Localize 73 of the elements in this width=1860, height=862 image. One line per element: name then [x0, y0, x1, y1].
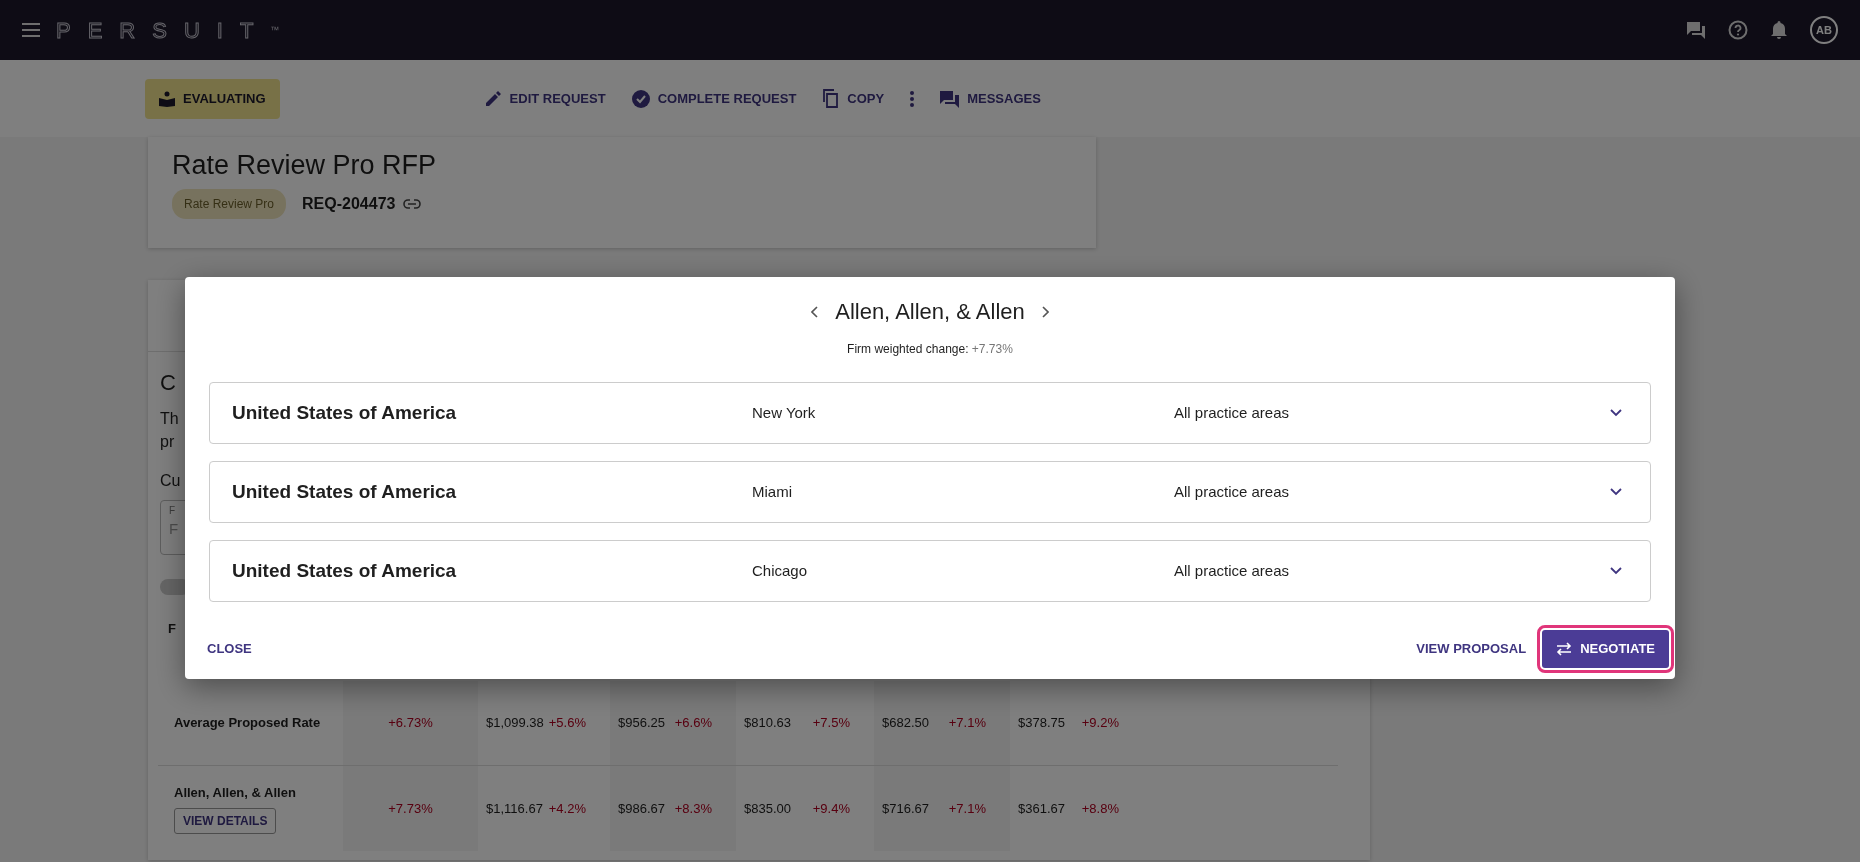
complete-button[interactable]: COMPLETE REQUEST: [631, 88, 797, 109]
chevron-down-icon[interactable]: [1610, 409, 1622, 417]
logo: PERSUIT$^{™}$: [56, 16, 280, 45]
change-value: +6.6%: [674, 714, 712, 733]
accordion-row[interactable]: United States of America Miami All practice areas: [209, 461, 1651, 523]
view-proposal-button[interactable]: VIEW PROPOSAL: [1408, 633, 1535, 665]
country-name: United States of America: [232, 558, 458, 583]
rate-value: $810.63: [744, 714, 791, 733]
change-value: +8.3%: [674, 799, 712, 818]
weighted-change: Firm weighted change: +7.73%: [847, 342, 1013, 356]
chevron-down-icon[interactable]: [1610, 488, 1622, 496]
rate-value: $361.67: [1018, 799, 1065, 818]
rate-value: $956.25: [618, 714, 665, 733]
change-value: +7.5%: [812, 714, 850, 733]
bell-icon[interactable]: [1770, 20, 1788, 40]
change-value: +8.8%: [1081, 799, 1119, 818]
practice-area: All practice areas: [1174, 401, 1610, 425]
check-circle-icon: [631, 89, 650, 108]
rate-value: $986.67: [618, 799, 665, 818]
pencil-icon: [484, 90, 502, 107]
tag: Rate Review Pro: [172, 189, 287, 220]
copy-button[interactable]: COPY: [822, 88, 885, 109]
change-value: +9.2%: [1081, 714, 1119, 733]
edit-button[interactable]: EDIT REQUEST: [484, 88, 606, 109]
section-heading: C: [160, 369, 176, 397]
chevron-down-icon[interactable]: [1610, 567, 1622, 575]
practice-area: All practice areas: [1174, 559, 1610, 583]
chevron-right-icon[interactable]: [1040, 305, 1049, 318]
text-fragment: pr: [160, 432, 176, 452]
swap-icon: [1556, 642, 1573, 656]
change-value: +7.73%: [388, 799, 433, 818]
country-name: United States of America: [232, 400, 458, 425]
messages-button[interactable]: MESSAGES: [940, 88, 1041, 109]
change-value: +6.73%: [388, 714, 433, 733]
user-avatar[interactable]: AB: [1810, 16, 1838, 44]
field-caption: Cu: [160, 471, 181, 491]
copy-icon: [822, 89, 840, 108]
book-person-icon: [159, 90, 175, 107]
change-value: +5.6%: [548, 714, 586, 733]
rate-value: $835.00: [744, 799, 791, 818]
menu-icon[interactable]: [22, 23, 40, 37]
help-icon[interactable]: [1728, 20, 1748, 40]
row-name: Allen, Allen, & Allen: [174, 783, 296, 802]
request-id: REQ-204473: [302, 194, 396, 215]
change-value: +4.2%: [548, 799, 586, 818]
change-value: +7.1%: [948, 799, 986, 818]
country-name: United States of America: [232, 479, 458, 504]
close-button[interactable]: CLOSE: [199, 633, 260, 665]
city-name: Miami: [752, 481, 793, 502]
chat-icon[interactable]: [1686, 20, 1706, 40]
more-icon[interactable]: [910, 90, 915, 107]
view-details-button[interactable]: VIEW DETAILS: [174, 808, 277, 835]
dialog-title: Allen, Allen, & Allen: [835, 298, 1025, 326]
accordion-row[interactable]: United States of America Chicago All practice areas: [209, 540, 1651, 602]
messages-icon: [940, 89, 960, 108]
request-title: Rate Review Pro RFP: [172, 149, 438, 182]
chevron-left-icon[interactable]: [811, 305, 820, 318]
city-name: Chicago: [752, 560, 809, 581]
rate-value: $682.50: [882, 714, 929, 733]
change-value: +7.1%: [948, 714, 986, 733]
column-header: F: [168, 620, 176, 638]
city-name: New York: [752, 402, 817, 423]
link-icon[interactable]: [403, 199, 422, 210]
text-fragment: Th: [160, 409, 179, 429]
practice-area: All practice areas: [1174, 480, 1610, 504]
row-name: Average Proposed Rate: [174, 714, 321, 733]
accordion-row[interactable]: United States of America New York All practice areas: [209, 382, 1651, 444]
status-chip: EVALUATING: [145, 78, 280, 119]
rate-value: $1,099.38: [486, 714, 544, 733]
change-value: +9.4%: [812, 799, 850, 818]
rate-value: $378.75: [1018, 714, 1065, 733]
rate-value: $1,116.67: [486, 799, 543, 818]
rate-value: $716.67: [882, 799, 929, 818]
